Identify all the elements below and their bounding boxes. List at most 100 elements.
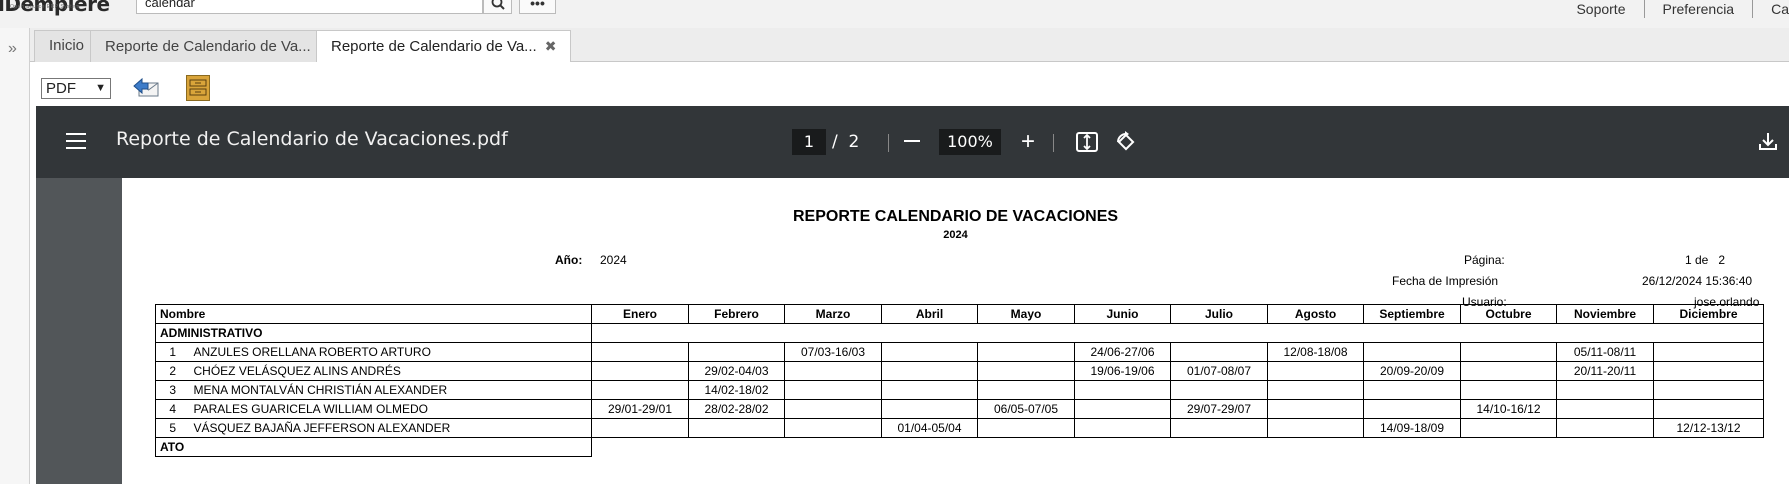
vacation-cell bbox=[977, 342, 1075, 362]
vacation-cell: 12/12-13/12 bbox=[1653, 418, 1764, 438]
vacation-cell bbox=[881, 342, 978, 362]
link-soporte[interactable]: Soporte bbox=[1558, 0, 1645, 18]
vacation-cell: 29/07-29/07 bbox=[1170, 399, 1268, 419]
more-dots-icon: ••• bbox=[530, 0, 545, 11]
window-tab-bar: Inicio Reporte de Calendario de Va... ✖ R… bbox=[30, 28, 1789, 63]
expand-panel-icon[interactable]: » bbox=[8, 40, 17, 58]
vacation-cell bbox=[1653, 399, 1764, 419]
top-links: Soporte Preferencia Ca bbox=[1558, 0, 1789, 18]
vacation-cell bbox=[881, 380, 978, 400]
zoom-input[interactable]: 100% bbox=[939, 129, 1001, 155]
department-row: ADMINISTRATIVO bbox=[155, 323, 1764, 343]
column-header: Septiembre bbox=[1363, 304, 1461, 324]
format-select[interactable]: PDF ▼ bbox=[41, 78, 111, 99]
download-icon[interactable] bbox=[1757, 130, 1779, 152]
pdf-page: REPORTE CALENDARIO DE VACACIONES 2024 Añ… bbox=[122, 178, 1789, 484]
vacation-cell: 29/02-04/03 bbox=[688, 361, 785, 381]
vacation-cell bbox=[784, 380, 882, 400]
vacation-cell: 14/10-16/12 bbox=[1460, 399, 1557, 419]
tab-label: Reporte de Calendario de Va... bbox=[105, 38, 311, 55]
zoom-in-button[interactable]: + bbox=[1017, 128, 1039, 156]
page-value: 1 de 2 bbox=[1685, 253, 1726, 267]
vacation-cell: 14/09-18/09 bbox=[1363, 418, 1461, 438]
tab-label: Reporte de Calendario de Va... bbox=[331, 38, 537, 55]
column-header: Noviembre bbox=[1556, 304, 1654, 324]
archive-icon[interactable] bbox=[186, 75, 210, 101]
table-header-row: Nombre Enero Febrero Marzo Abril Mayo Ju… bbox=[155, 304, 1764, 324]
column-header: Diciembre bbox=[1653, 304, 1764, 324]
report-title: REPORTE CALENDARIO DE VACACIONES bbox=[792, 208, 1119, 225]
vacation-cell: 20/09-20/09 bbox=[1363, 361, 1461, 381]
vacation-cell: 12/08-18/08 bbox=[1267, 342, 1364, 362]
vacation-cell bbox=[1170, 418, 1268, 438]
vacation-cell bbox=[591, 380, 689, 400]
column-header: Nombre bbox=[155, 304, 592, 324]
vacation-cell bbox=[1363, 399, 1461, 419]
department-name: ATO bbox=[155, 437, 592, 457]
column-header: Mayo bbox=[977, 304, 1075, 324]
fit-to-page-icon[interactable] bbox=[1076, 132, 1098, 152]
search-icon bbox=[491, 0, 505, 10]
west-panel-collapsed: » bbox=[0, 28, 30, 484]
column-header: Octubre bbox=[1460, 304, 1557, 324]
column-header: Julio bbox=[1170, 304, 1268, 324]
link-preferencia[interactable]: Preferencia bbox=[1645, 0, 1754, 18]
vacation-cell bbox=[1653, 342, 1764, 362]
vacation-cell bbox=[1653, 380, 1764, 400]
vacation-cell bbox=[1556, 380, 1654, 400]
send-email-icon[interactable] bbox=[132, 77, 160, 99]
print-date-value: 26/12/2024 15:36:40 bbox=[1642, 274, 1753, 288]
print-date-label: Fecha de Impresión bbox=[1392, 274, 1499, 288]
rotate-icon[interactable] bbox=[1114, 130, 1138, 154]
year-value: 2024 bbox=[600, 253, 627, 267]
vacation-cell bbox=[1267, 361, 1364, 381]
vacation-cell: 07/03-16/03 bbox=[784, 342, 882, 362]
vacation-cell bbox=[1170, 342, 1268, 362]
menu-button[interactable]: ••• bbox=[519, 0, 556, 14]
vacation-cell bbox=[1267, 399, 1364, 419]
vacation-cell: 28/02-28/02 bbox=[688, 399, 785, 419]
vacation-cell bbox=[1074, 418, 1171, 438]
table-row: 3 MENA MONTALVÁN CHRISTIÁN ALEXANDER 14/02… bbox=[155, 380, 1764, 400]
app-logo-subtitle: Open Source ERP System bbox=[10, 4, 81, 10]
close-tab-icon[interactable]: ✖ bbox=[545, 38, 557, 54]
report-year-heading: 2024 bbox=[943, 229, 968, 241]
tab-report-2[interactable]: Reporte de Calendario de Va... ✖ bbox=[316, 30, 572, 63]
vacation-cell bbox=[1460, 418, 1557, 438]
vacation-cell bbox=[784, 418, 882, 438]
table-row: 5 VÁSQUEZ BAJAÑA JEFFERSON ALEXANDER 01/04… bbox=[155, 418, 1764, 438]
row-number: 3 bbox=[155, 380, 190, 400]
tab-label: Inicio bbox=[49, 37, 85, 54]
vacation-cell bbox=[1460, 361, 1557, 381]
vacation-cell: 29/01-29/01 bbox=[591, 399, 689, 419]
table-row: 4 PARALES GUARICELA WILLIAM OLMEDO 29/01-2… bbox=[155, 399, 1764, 419]
page-number-input[interactable]: 1 bbox=[792, 129, 826, 155]
hamburger-menu-icon[interactable] bbox=[66, 133, 86, 149]
zoom-out-button[interactable] bbox=[904, 140, 920, 142]
column-header: Febrero bbox=[688, 304, 785, 324]
row-number: 4 bbox=[155, 399, 190, 419]
vacation-cell bbox=[591, 361, 689, 381]
vacation-cell bbox=[1267, 380, 1364, 400]
tab-report-1[interactable]: Reporte de Calendario de Va...✖ bbox=[90, 30, 346, 62]
link-cambiar[interactable]: Ca bbox=[1753, 0, 1789, 18]
vacation-cell bbox=[977, 418, 1075, 438]
table-row: 1 ANZULES ORELLANA ROBERTO ARTURO 07/03-16… bbox=[155, 342, 1764, 362]
employee-name: ANZULES ORELLANA ROBERTO ARTURO bbox=[189, 342, 592, 362]
pdf-toolbar: Reporte de Calendario de Vacaciones.pdf … bbox=[36, 106, 1789, 178]
vacation-cell: 14/02-18/02 bbox=[688, 380, 785, 400]
vacation-cell bbox=[1556, 418, 1654, 438]
row-number: 5 bbox=[155, 418, 190, 438]
vacation-cell bbox=[1267, 418, 1364, 438]
column-header: Marzo bbox=[784, 304, 882, 324]
search-button[interactable] bbox=[483, 0, 512, 14]
vacation-cell: 19/06-19/06 bbox=[1074, 361, 1171, 381]
vacation-cell bbox=[688, 342, 785, 362]
vacation-cell bbox=[881, 361, 978, 381]
row-number: 1 bbox=[155, 342, 190, 362]
vacation-cell bbox=[977, 361, 1075, 381]
vacation-cell bbox=[1074, 380, 1171, 400]
vacation-cell bbox=[784, 361, 882, 381]
search-input[interactable]: calendar bbox=[136, 0, 483, 14]
total-pages: 2 bbox=[848, 132, 860, 152]
